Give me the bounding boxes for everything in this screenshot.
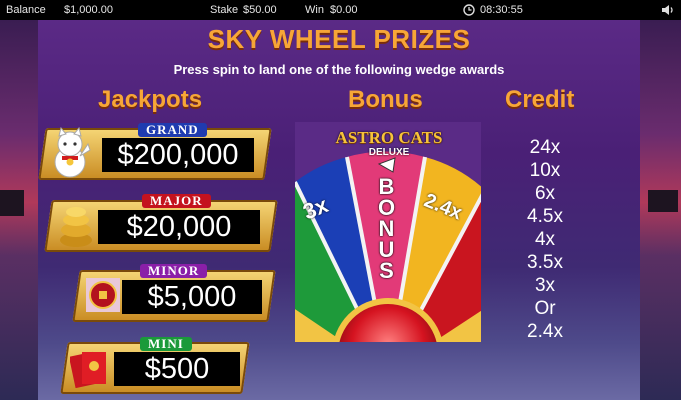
credit-value: 2.4x: [527, 321, 563, 342]
balance-label: Balance: [6, 4, 46, 16]
jackpot-badge: MINOR: [140, 264, 208, 278]
sound-icon[interactable]: [661, 3, 675, 17]
status-bar: Balance $1,000.00 Stake $50.00 Win $0.00…: [0, 0, 681, 20]
jackpot-badge: GRAND: [138, 123, 207, 137]
jackpot-amount: $500: [114, 352, 240, 386]
game-logo: ASTRO CATS: [335, 128, 443, 147]
win-value: $0.00: [330, 4, 358, 16]
right-scenery: [640, 20, 681, 400]
coin-charm-icon: [86, 278, 120, 312]
prize-panel: SKY WHEEL PRIZES Press spin to land one …: [38, 20, 640, 400]
bonus-wheel: ASTRO CATS DELUXE 3x BONUS 2.4x: [295, 122, 481, 342]
jackpot-amount: $20,000: [98, 210, 260, 244]
credit-value: 4x: [534, 229, 556, 250]
jackpot-major: $20,000 MAJOR: [44, 194, 278, 252]
game-logo-subtitle: DELUXE: [368, 147, 410, 158]
jackpot-mini: $500 MINI: [60, 337, 250, 394]
lucky-cat-icon: [54, 126, 91, 178]
credit-value: 10x: [529, 160, 561, 181]
clock-time: 08:30:55: [480, 4, 523, 16]
credit-value: Or: [534, 298, 556, 319]
balance-value: $1,000.00: [64, 4, 113, 16]
red-envelope-icon: [70, 351, 106, 388]
jackpots-header: Jackpots: [98, 86, 203, 113]
jackpot-badge: MAJOR: [142, 194, 211, 208]
credit-value: 4.5x: [527, 206, 563, 227]
jackpot-amount: $200,000: [102, 138, 254, 172]
stake-value: $50.00: [243, 4, 277, 16]
jackpot-minor: $5,000 MINOR: [72, 264, 276, 322]
pagoda-silhouette: [0, 190, 24, 216]
left-scenery: [0, 20, 38, 400]
jackpot-amount: $5,000: [122, 280, 262, 314]
credit-value: 3x: [534, 275, 556, 296]
win-label: Win: [305, 4, 324, 16]
credit-value: 24x: [529, 137, 561, 158]
credit-value: 6x: [534, 183, 556, 204]
subtitle: Press spin to land one of the following …: [173, 62, 505, 77]
jackpot-badge: MINI: [140, 337, 192, 351]
credit-header: Credit: [505, 86, 575, 113]
gold-ingots-icon: [60, 207, 92, 247]
pagoda-silhouette: [648, 190, 678, 212]
wedge-label-bonus: BONUS: [374, 174, 399, 279]
clock-icon: [463, 4, 475, 16]
bonus-header: Bonus: [348, 86, 423, 113]
page-title: SKY WHEEL PRIZES: [207, 24, 471, 54]
credit-value: 3.5x: [527, 252, 563, 273]
stake-label: Stake: [210, 4, 239, 16]
credit-list: 24x 10x 6x 4.5x 4x 3.5x 3x Or 2.4x: [496, 136, 594, 343]
jackpot-grand: $200,000 GRAND: [38, 123, 272, 180]
